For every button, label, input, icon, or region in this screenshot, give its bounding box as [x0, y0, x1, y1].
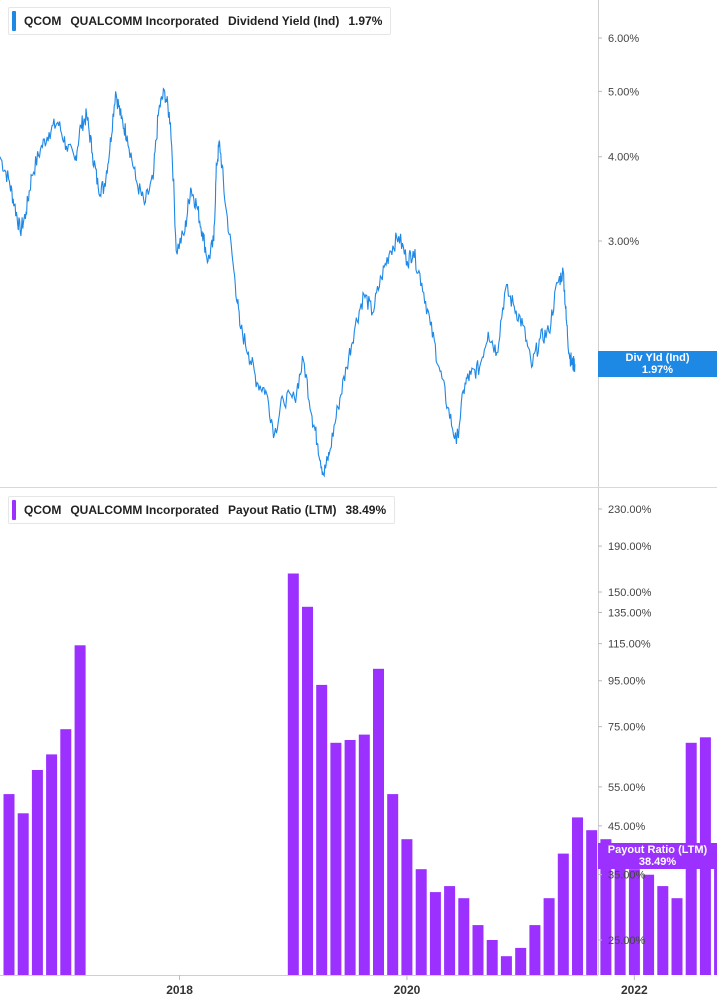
legend-metric: Dividend Yield (Ind) [228, 14, 340, 28]
payout-ratio-bar [444, 886, 456, 975]
x-tick-label: 2022 [621, 983, 648, 997]
y-tick-label: 3.00% [608, 236, 639, 248]
y-tick-label: 230.00% [608, 504, 652, 516]
y-tick-label: 135.00% [608, 607, 652, 619]
payout-ratio-bar [586, 830, 598, 975]
payout-ratio-bar [74, 645, 86, 975]
payout-ratio-bar [358, 734, 370, 975]
payout-ratio-bar [46, 754, 58, 975]
tag-label: Payout Ratio (LTM) [607, 844, 708, 856]
tag-label: Div Yld (Ind) [625, 352, 690, 364]
legend-ticker: QCOM [24, 14, 62, 28]
payout-ratio-bar [60, 729, 72, 975]
payout-ratio-bar [628, 869, 640, 975]
payout-ratio-bar [671, 898, 683, 975]
payout-ratio-bar [302, 606, 313, 975]
payout-ratio-bar [401, 839, 413, 975]
legend-metric: Payout Ratio (LTM) [228, 503, 337, 517]
payout-ratio-bar [458, 898, 470, 975]
legend-value: 1.97% [348, 14, 383, 28]
payout-ratio-bar [572, 817, 583, 975]
payout-ratio-bar [3, 794, 15, 975]
dividend-yield-line-group [0, 87, 576, 478]
y-tick-label: 25.00% [608, 935, 646, 947]
payout-ratio-bar [287, 573, 299, 975]
y-tick-label: 4.00% [608, 152, 639, 164]
payout-ratio-bar [415, 869, 427, 975]
legend-value: 38.49% [345, 503, 387, 517]
payout-ratio-bars-group [3, 573, 717, 975]
y-tick-label: 75.00% [608, 722, 646, 734]
payout-ratio-bar [557, 853, 569, 975]
y-tick-label: 115.00% [608, 639, 651, 651]
legend-ticker: QCOM [24, 503, 62, 517]
payout-ratio-bar [657, 886, 669, 975]
payout-ratio-legend: QCOM QUALCOMM Incorporated Payout Ratio … [8, 496, 396, 524]
y-tick-label: 150.00% [608, 587, 652, 599]
x-tick-label: 2020 [394, 983, 421, 997]
payout-ratio-bar [500, 956, 512, 975]
payout-ratio-swatch [12, 500, 16, 520]
payout-ratio-bar [330, 742, 342, 975]
legend-company: QUALCOMM Incorporated [70, 503, 220, 517]
payout-ratio-bar [387, 794, 399, 975]
y-tick-label: 35.00% [608, 870, 646, 882]
dividend-yield-value-tag: Div Yld (Ind) 1.97% [598, 351, 717, 377]
payout-ratio-bar [543, 898, 555, 975]
payout-ratio-value-tag: Payout Ratio (LTM) 38.49% [598, 843, 717, 869]
y-tick-label: 45.00% [608, 821, 646, 833]
y-tick-label: 190.00% [608, 541, 652, 553]
tag-value: 1.97% [641, 364, 674, 376]
legend-company: QUALCOMM Incorporated [70, 14, 220, 28]
payout-ratio-bar [31, 770, 43, 975]
payout-ratio-bar [344, 740, 356, 975]
payout-ratio-bar [529, 925, 541, 975]
payout-ratio-bar [316, 684, 328, 975]
payout-ratio-bar [373, 668, 384, 975]
payout-ratio-bar [643, 874, 655, 975]
tag-value: 38.49% [638, 856, 677, 868]
payout-ratio-bar [472, 925, 484, 975]
y-tick-label: 6.00% [608, 33, 639, 45]
y-tick-label: 5.00% [608, 86, 639, 98]
y-tick-label: 95.00% [608, 676, 646, 688]
dividend-yield-swatch [12, 11, 16, 31]
y-tick-label: 55.00% [608, 782, 646, 794]
payout-ratio-bar [429, 892, 441, 975]
dividend-yield-series-line [0, 87, 576, 478]
dividend-yield-legend: QCOM QUALCOMM Incorporated Dividend Yiel… [8, 7, 392, 35]
payout-ratio-bar [515, 947, 527, 975]
payout-ratio-bar [486, 940, 498, 975]
x-tick-label: 2018 [166, 983, 193, 997]
payout-ratio-bar [17, 813, 29, 975]
